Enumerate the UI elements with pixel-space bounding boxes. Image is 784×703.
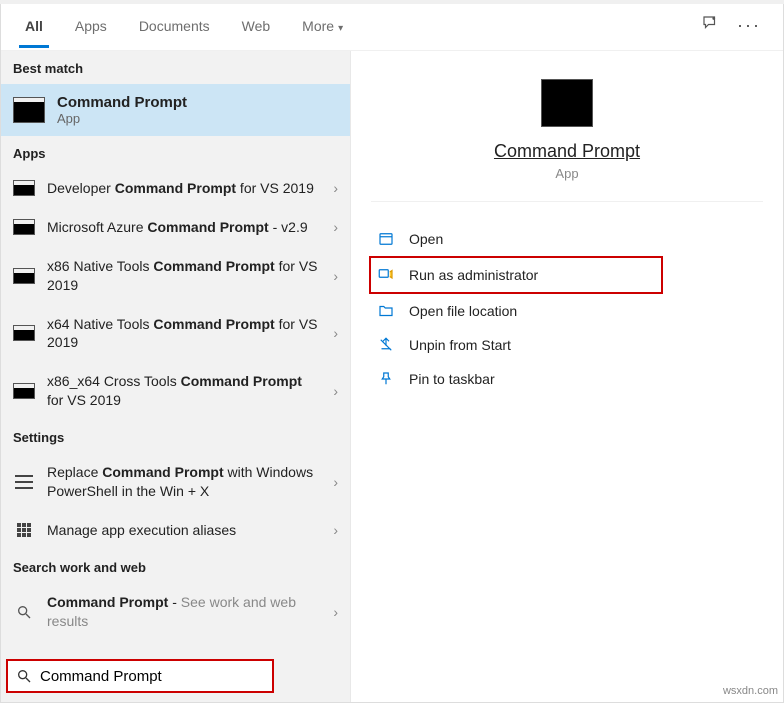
feedback-icon[interactable]: [701, 14, 719, 37]
chevron-right-icon: ›: [333, 180, 338, 196]
chevron-right-icon: ›: [333, 325, 338, 341]
section-apps: Apps: [1, 136, 350, 169]
tab-documents[interactable]: Documents: [123, 5, 226, 47]
shield-icon: [377, 266, 395, 284]
action-open[interactable]: Open: [371, 222, 763, 256]
chevron-down-icon: ▾: [338, 23, 343, 34]
section-best-match: Best match: [1, 51, 350, 84]
search-icon: [16, 604, 32, 620]
pin-icon: [377, 370, 395, 388]
tab-web[interactable]: Web: [226, 5, 287, 47]
section-search-ww: Search work and web: [1, 550, 350, 583]
command-prompt-icon: [13, 97, 45, 123]
app-result[interactable]: x86 Native Tools Command Prompt for VS 2…: [1, 247, 350, 305]
command-prompt-icon: [13, 383, 35, 399]
chevron-right-icon: ›: [333, 219, 338, 235]
best-match-sub: App: [57, 111, 187, 126]
command-prompt-icon: [541, 79, 593, 127]
open-icon: [377, 230, 395, 248]
search-icon: [16, 668, 32, 684]
chevron-right-icon: ›: [333, 604, 338, 620]
settings-result[interactable]: Manage app execution aliases ›: [1, 511, 350, 550]
preview-panel: Command Prompt App Open Run as administr…: [351, 51, 783, 702]
chevron-right-icon: ›: [333, 522, 338, 538]
best-match-item[interactable]: Command Prompt App: [1, 84, 350, 136]
web-result[interactable]: Command Prompt - See work and web result…: [1, 583, 350, 641]
preview-title[interactable]: Command Prompt: [371, 141, 763, 162]
search-input[interactable]: [40, 668, 264, 685]
action-open-location[interactable]: Open file location: [371, 294, 763, 328]
settings-result[interactable]: Replace Command Prompt with Windows Powe…: [1, 453, 350, 511]
chevron-right-icon: ›: [333, 268, 338, 284]
command-prompt-icon: [13, 180, 35, 196]
section-settings: Settings: [1, 420, 350, 453]
tab-more[interactable]: More▾: [286, 5, 359, 47]
chevron-right-icon: ›: [333, 474, 338, 490]
folder-icon: [377, 302, 395, 320]
watermark: wsxdn.com: [723, 685, 778, 697]
chevron-right-icon: ›: [333, 383, 338, 399]
action-pin-taskbar[interactable]: Pin to taskbar: [371, 362, 763, 396]
search-results-panel: Best match Command Prompt App Apps Devel…: [1, 51, 351, 702]
command-prompt-icon: [13, 219, 35, 235]
app-result[interactable]: x86_x64 Cross Tools Command Prompt for V…: [1, 362, 350, 420]
preview-sub: App: [371, 166, 763, 181]
action-run-admin[interactable]: Run as administrator: [369, 256, 663, 294]
unpin-icon: [377, 336, 395, 354]
search-input-container[interactable]: [6, 659, 274, 693]
app-result[interactable]: x64 Native Tools Command Prompt for VS 2…: [1, 305, 350, 363]
search-filter-tabs: All Apps Documents Web More▾ ···: [1, 1, 783, 51]
command-prompt-icon: [13, 325, 35, 341]
app-result[interactable]: Microsoft Azure Command Prompt - v2.9 ›: [1, 208, 350, 247]
grid-icon: [17, 523, 31, 537]
window-icon: [15, 475, 33, 489]
app-result[interactable]: Developer Command Prompt for VS 2019 ›: [1, 169, 350, 208]
command-prompt-icon: [13, 268, 35, 284]
tab-apps[interactable]: Apps: [59, 5, 123, 47]
action-unpin-start[interactable]: Unpin from Start: [371, 328, 763, 362]
more-options-icon[interactable]: ···: [737, 15, 761, 36]
best-match-title: Command Prompt: [57, 94, 187, 111]
tab-all[interactable]: All: [9, 5, 59, 47]
